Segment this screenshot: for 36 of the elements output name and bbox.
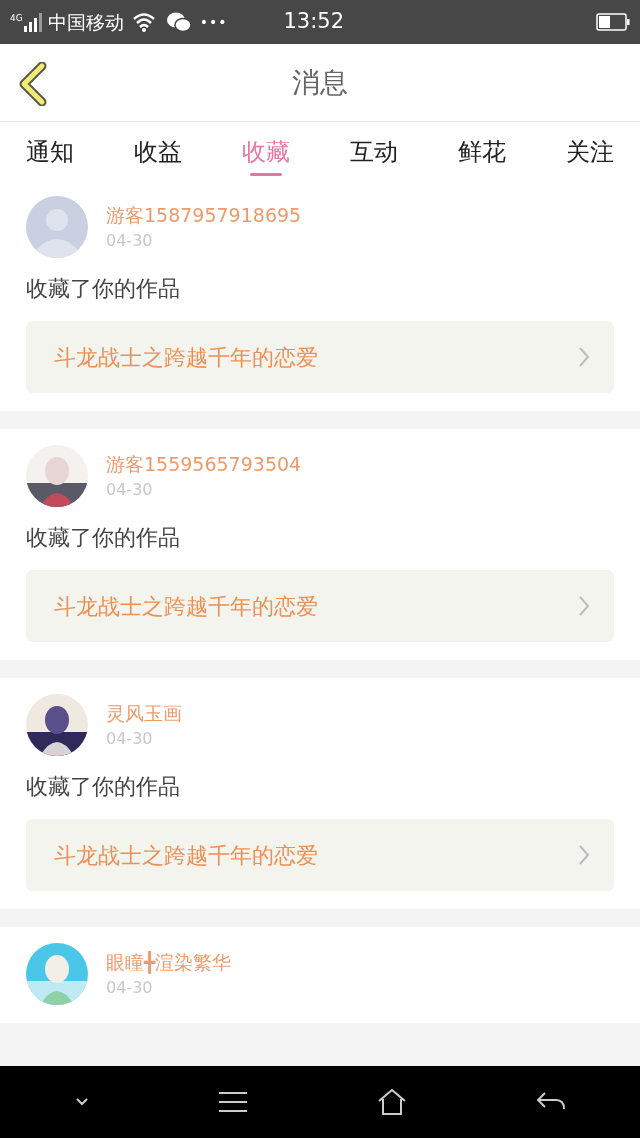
chevron-right-icon (578, 844, 590, 866)
tab[interactable]: 互动 (350, 122, 398, 180)
more-notifications: ••• (199, 12, 228, 32)
home-button[interactable] (376, 1088, 407, 1116)
work-link[interactable]: 斗龙战士之跨越千年的恋爱 (26, 819, 614, 891)
battery-icon (596, 13, 630, 31)
tab[interactable]: 通知 (26, 122, 74, 180)
tab[interactable]: 收藏 (242, 122, 290, 180)
user-name[interactable]: 眼瞳╋渲染繁华 (106, 948, 232, 976)
work-link[interactable]: 斗龙战士之跨越千年的恋爱 (26, 570, 614, 642)
user-name[interactable]: 灵风玉画 (106, 699, 182, 727)
work-link[interactable]: 斗龙战士之跨越千年的恋爱 (26, 321, 614, 393)
chevron-down-icon (74, 1097, 89, 1107)
chat-bubbles-icon (165, 11, 192, 33)
carrier-label: 中国移动 (47, 9, 124, 35)
tab-underline (250, 173, 282, 176)
default-avatar-icon (26, 196, 88, 258)
chevron-right-icon (578, 595, 590, 617)
page-title: 消息 (292, 64, 348, 101)
home-icon (376, 1088, 407, 1116)
menu-icon (217, 1091, 248, 1113)
tab[interactable]: 关注 (566, 122, 614, 180)
wifi-icon (131, 12, 156, 32)
message-text: 收藏了你的作品 (26, 275, 181, 303)
tab[interactable]: 鲜花 (458, 122, 506, 180)
user-name[interactable]: 游客1587957918695 (106, 201, 302, 229)
network-label: 4G (10, 14, 23, 23)
collapse-button[interactable] (74, 1097, 89, 1107)
tab[interactable]: 收益 (134, 122, 182, 180)
message-text: 收藏了你的作品 (26, 524, 181, 552)
message-text: 收藏了你的作品 (26, 773, 181, 801)
user-name[interactable]: 游客1559565793504 (106, 450, 302, 478)
menu-button[interactable] (217, 1091, 248, 1113)
time-label: 13:52 (283, 8, 344, 36)
chevron-right-icon (578, 346, 590, 368)
signal-icon (23, 12, 44, 32)
